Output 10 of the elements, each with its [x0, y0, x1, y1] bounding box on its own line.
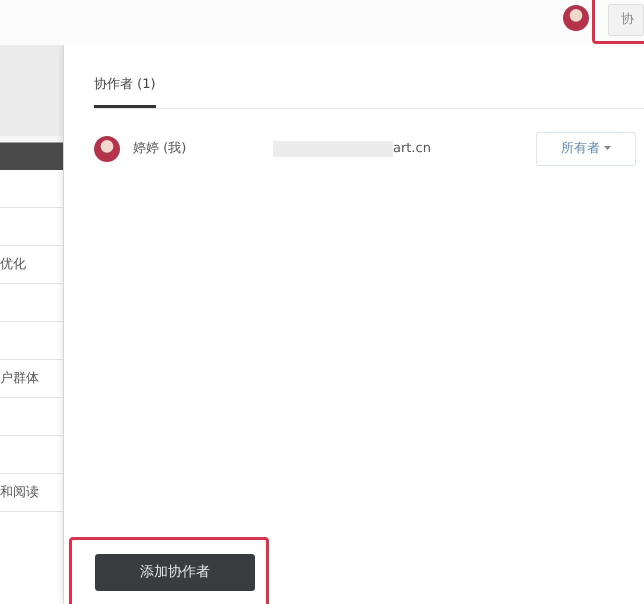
list-item-text: 户群体: [0, 370, 39, 388]
collaborator-name: 婷婷 (我): [133, 140, 188, 158]
collaborator-email: art.cn: [393, 140, 431, 158]
role-dropdown[interactable]: 所有者: [536, 132, 636, 166]
user-avatar[interactable]: [563, 5, 589, 31]
list-item-text: 优化: [0, 256, 26, 274]
list-item-text: 和阅读: [0, 484, 39, 502]
user-avatar: [94, 136, 120, 162]
add-collaborator-button[interactable]: 添加协作者: [95, 554, 255, 591]
collaborators-tab[interactable]: 协作者 (1): [94, 75, 156, 108]
